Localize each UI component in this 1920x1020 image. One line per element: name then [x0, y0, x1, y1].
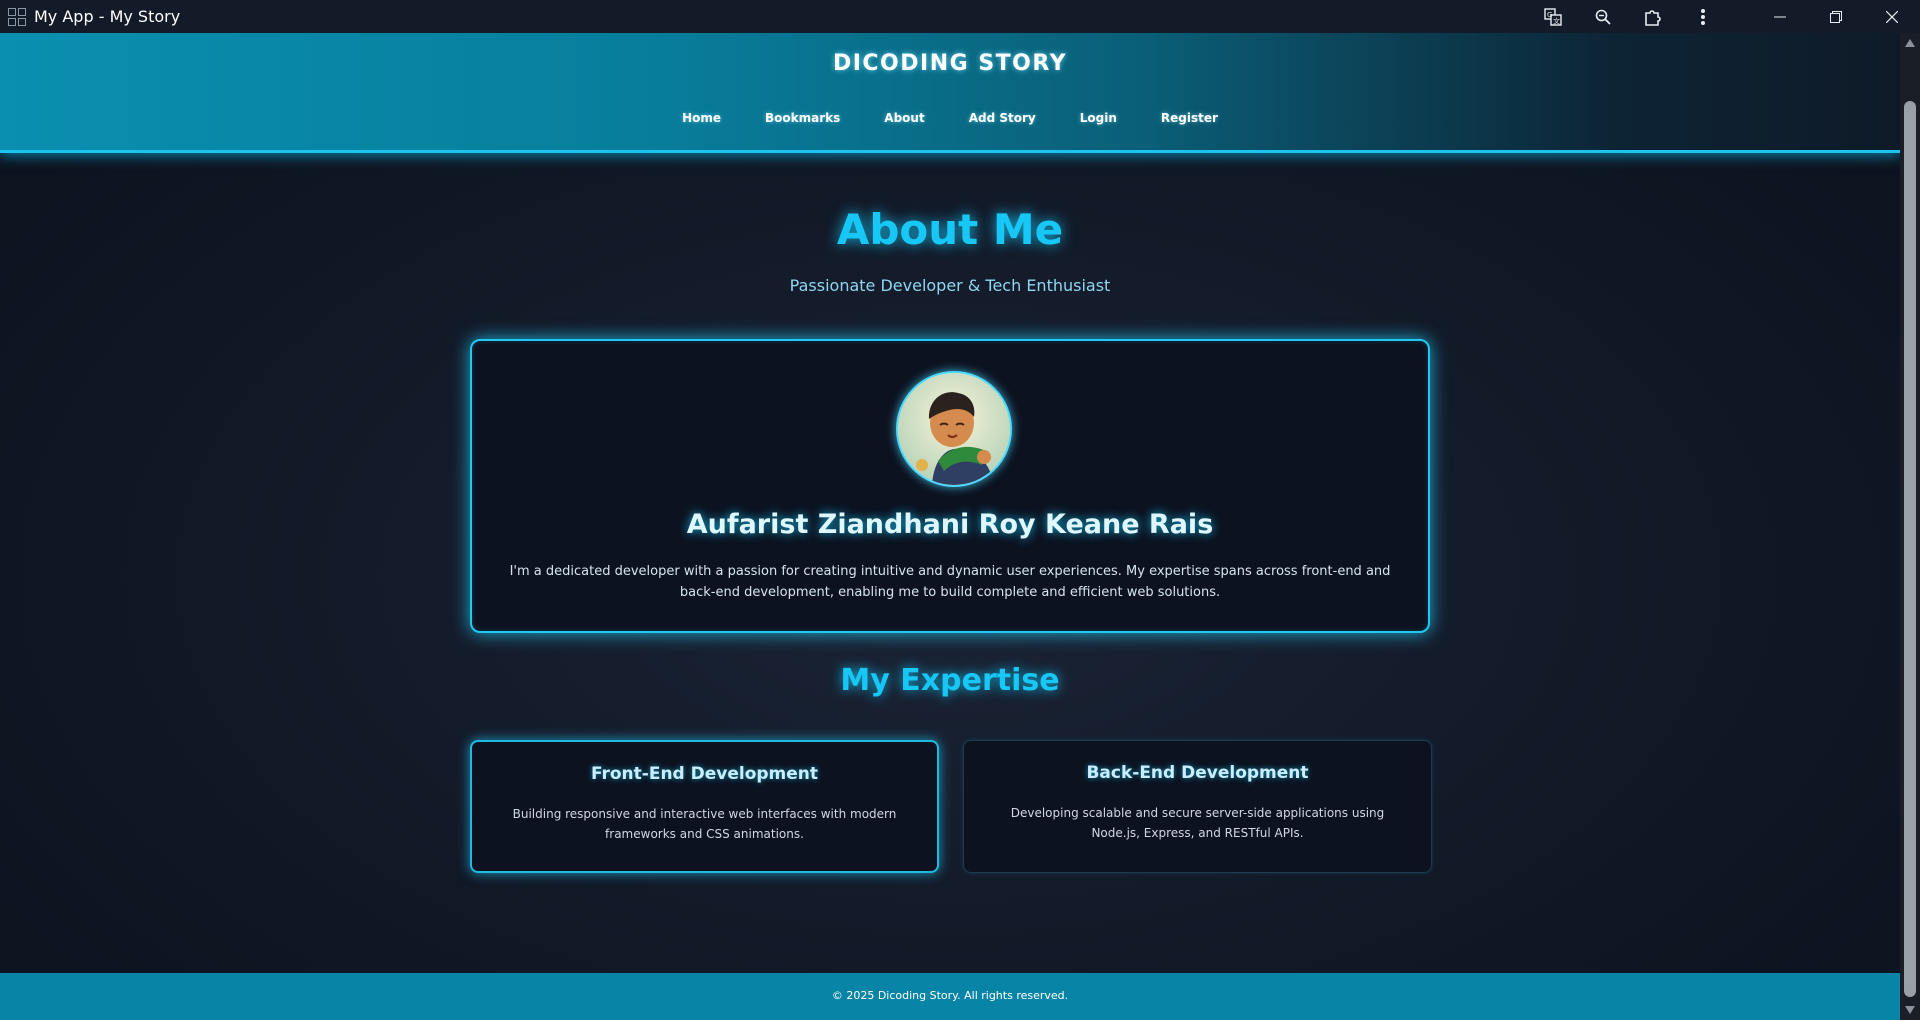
- scroll-down-icon[interactable]: [1905, 1006, 1915, 1014]
- extensions-icon[interactable]: [1628, 0, 1678, 33]
- nav-bookmarks[interactable]: Bookmarks: [765, 111, 840, 125]
- nav-register[interactable]: Register: [1161, 111, 1218, 125]
- expertise-card-title: Front-End Development: [590, 764, 819, 784]
- scrollbar-thumb[interactable]: [1904, 101, 1916, 997]
- svg-text:G: G: [1547, 11, 1552, 19]
- window-title: My App - My Story: [34, 7, 181, 26]
- translate-icon[interactable]: G文: [1528, 0, 1578, 33]
- profile-card: Aufarist Ziandhani Roy Keane Rais I'm a …: [470, 339, 1430, 633]
- expertise-card-text: Building responsive and interactive web …: [512, 807, 897, 841]
- close-icon[interactable]: [1864, 0, 1920, 33]
- site-header: DICODING STORY Home Bookmarks About Add …: [0, 33, 1900, 153]
- main-nav: Home Bookmarks About Add Story Login Reg…: [0, 111, 1900, 125]
- more-options-icon[interactable]: [1678, 0, 1728, 33]
- scroll-up-icon[interactable]: [1905, 39, 1915, 47]
- scrollbar[interactable]: [1900, 33, 1920, 1020]
- expertise-card-frontend[interactable]: Front-End Development Building responsiv…: [470, 740, 939, 873]
- expertise-card-title: Back-End Development: [1086, 763, 1309, 783]
- restore-icon[interactable]: [1808, 0, 1864, 33]
- page-viewport: DICODING STORY Home Bookmarks About Add …: [0, 33, 1900, 1020]
- zoom-icon[interactable]: [1578, 0, 1628, 33]
- svg-text:文: 文: [1553, 16, 1560, 25]
- profile-bio: I'm a dedicated developer with a passion…: [509, 564, 1391, 600]
- nav-add-story[interactable]: Add Story: [969, 111, 1036, 125]
- footer-text: © 2025 Dicoding Story. All rights reserv…: [831, 989, 1069, 1002]
- minimize-icon[interactable]: [1752, 0, 1808, 33]
- site-footer: © 2025 Dicoding Story. All rights reserv…: [0, 973, 1900, 1020]
- nav-login[interactable]: Login: [1080, 111, 1117, 125]
- expertise-title: My Expertise: [840, 663, 1060, 698]
- avatar: [896, 371, 1012, 487]
- page-subtitle: Passionate Developer & Tech Enthusiast: [789, 276, 1111, 295]
- profile-name: Aufarist Ziandhani Roy Keane Rais: [686, 509, 1214, 540]
- expertise-card-backend[interactable]: Back-End Development Developing scalable…: [963, 740, 1432, 873]
- window-titlebar: My App - My Story G文: [0, 0, 1920, 33]
- nav-about[interactable]: About: [884, 111, 924, 125]
- expertise-card-text: Developing scalable and secure server-si…: [1010, 806, 1385, 840]
- nav-home[interactable]: Home: [682, 111, 721, 125]
- page-title: About Me: [836, 205, 1064, 254]
- app-icon: [8, 7, 26, 26]
- site-title[interactable]: DICODING STORY: [0, 51, 1900, 76]
- titlebar-actions: G文: [1528, 0, 1920, 33]
